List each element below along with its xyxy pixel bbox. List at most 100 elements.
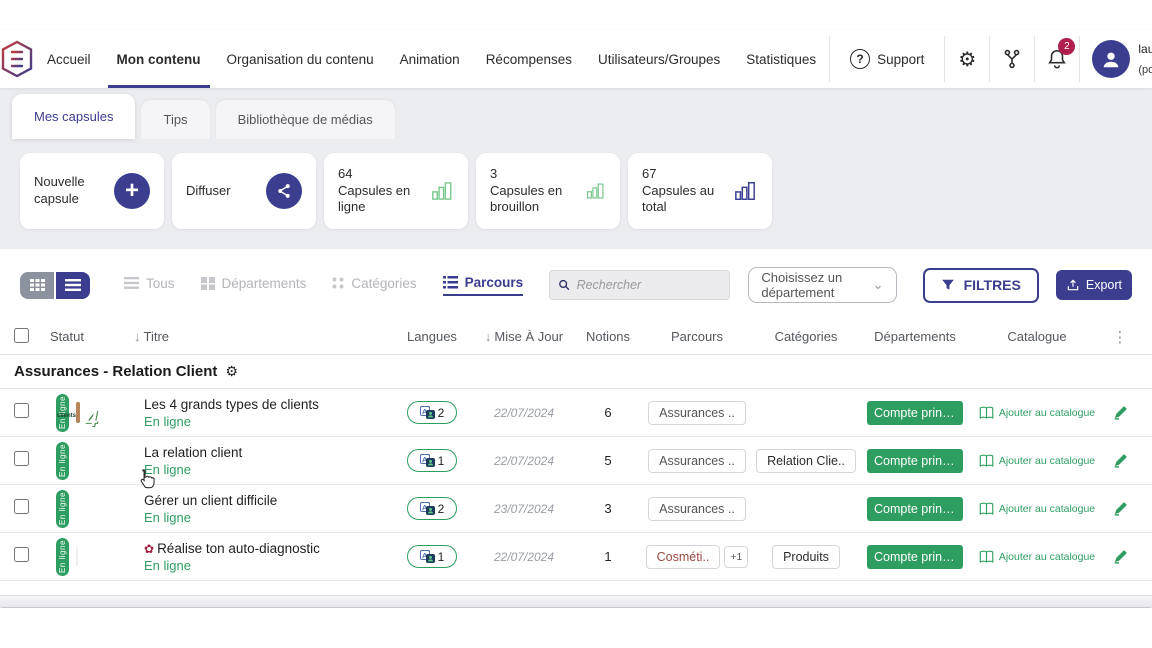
nav-item-animation[interactable]: Animation — [387, 30, 473, 88]
nav-item-mon-contenu[interactable]: Mon contenu — [104, 30, 214, 88]
main-nav: Accueil Mon contenu Organisation du cont… — [34, 30, 829, 88]
tab-bibliotheque[interactable]: Bibliothèque de médias — [216, 100, 395, 139]
capsule-state[interactable]: En ligne — [144, 510, 392, 525]
versions-button[interactable] — [990, 30, 1034, 88]
department-chip[interactable]: Compte principa — [867, 401, 963, 425]
languages-badge[interactable]: A 2 — [407, 497, 457, 520]
category-chip[interactable]: Produits — [772, 545, 840, 569]
filter-tous[interactable]: Tous — [124, 276, 175, 295]
department-select[interactable]: Choisissez un département ⌄ — [748, 267, 896, 303]
department-chip[interactable]: Compte principa — [867, 497, 963, 521]
nav-item-utilisateurs[interactable]: Utilisateurs/Groupes — [585, 30, 733, 88]
new-capsule-card[interactable]: Nouvelle capsule + — [20, 153, 164, 229]
languages-badge[interactable]: A 1 — [407, 449, 457, 472]
stat-card-draft[interactable]: 3 Capsules en brouillon — [476, 153, 620, 229]
export-button[interactable]: Export — [1056, 270, 1132, 300]
group-gear-icon[interactable]: ⚙ — [225, 363, 238, 380]
capsule-thumbnail[interactable] — [76, 547, 78, 566]
nav-item-recompenses[interactable]: Récompenses — [473, 30, 585, 88]
capsule-state[interactable]: En ligne — [144, 462, 392, 477]
row-checkbox[interactable] — [14, 547, 29, 562]
grid-view-button[interactable] — [20, 272, 54, 299]
beedeez-logo[interactable] — [0, 30, 34, 88]
col-langues: Langues — [392, 329, 472, 344]
settings-button[interactable]: ⚙ — [945, 30, 989, 88]
filter-label: Catégories — [351, 276, 416, 291]
updated-date: 22/07/2024 — [472, 406, 576, 420]
user-menu[interactable]: lauren.peres@beedeez.com (pour Beedeez i… — [1080, 30, 1152, 88]
table-row[interactable]: En ligne ✿Réalise ton auto-diagnostic En… — [0, 533, 1152, 581]
col-statut: Statut — [50, 329, 134, 344]
languages-badge[interactable]: A 1 — [407, 545, 457, 568]
nav-item-accueil[interactable]: Accueil — [34, 30, 104, 88]
capsule-title[interactable]: ✿Réalise ton auto-diagnostic — [144, 541, 392, 556]
row-checkbox[interactable] — [14, 499, 29, 514]
support-button[interactable]: ? Support — [830, 30, 944, 88]
plus-icon[interactable]: + — [114, 173, 150, 209]
row-checkbox[interactable] — [14, 403, 29, 418]
stat-card-total[interactable]: 67 Capsules au total — [628, 153, 772, 229]
capsule-state[interactable]: En ligne — [144, 414, 392, 429]
tab-mes-capsules[interactable]: Mes capsules — [12, 94, 135, 139]
add-to-catalogue-button[interactable]: Ajouter au catalogue — [972, 502, 1102, 516]
notions-count: 6 — [576, 405, 640, 420]
dots-grid-icon — [332, 277, 344, 290]
col-parcours: Parcours — [640, 329, 754, 344]
add-to-catalogue-button[interactable]: Ajouter au catalogue — [972, 550, 1102, 564]
col-titre[interactable]: ↓Titre — [134, 329, 392, 344]
share-icon[interactable] — [266, 173, 302, 209]
parcours-chip[interactable]: Assurances .. — [648, 401, 746, 425]
row-checkbox[interactable] — [14, 451, 29, 466]
table-row[interactable]: En ligne La relation client En ligne A 1… — [0, 437, 1152, 485]
notions-count: 1 — [576, 549, 640, 564]
filtres-button[interactable]: FILTRES — [923, 268, 1039, 303]
department-chip[interactable]: Compte principa — [867, 449, 963, 473]
notifications-button[interactable]: 2 — [1035, 30, 1079, 88]
catalogue-label: Ajouter au catalogue — [999, 503, 1095, 515]
col-label: Mise À Jour — [494, 329, 563, 344]
parcours-more-chip[interactable]: +1 — [724, 546, 748, 568]
edit-button[interactable] — [1102, 500, 1138, 517]
nav-item-organisation[interactable]: Organisation du contenu — [214, 30, 387, 88]
nav-label: Accueil — [47, 52, 91, 67]
parcours-chip[interactable]: Cosméti.. — [646, 545, 721, 569]
nav-item-statistiques[interactable]: Statistiques — [733, 30, 829, 88]
edit-button[interactable] — [1102, 452, 1138, 469]
capsule-thumbnail[interactable]: 4clients — [76, 402, 80, 423]
list-view-button[interactable] — [56, 272, 90, 299]
horizontal-scrollbar[interactable] — [0, 595, 1152, 608]
select-all-checkbox[interactable] — [14, 328, 29, 343]
filter-departements[interactable]: Départements — [201, 276, 307, 295]
parcours-chip[interactable]: Assurances .. — [648, 497, 746, 521]
kebab-menu-icon[interactable]: ⋮ — [1102, 328, 1138, 346]
languages-count: 2 — [438, 406, 445, 420]
stat-card-online[interactable]: 64 Capsules en ligne — [324, 153, 468, 229]
department-chip[interactable]: Compte principa — [867, 545, 963, 569]
department-select-value: Choisissez un département — [761, 270, 872, 300]
capsule-state[interactable]: En ligne — [144, 558, 392, 573]
status-badge: En ligne — [56, 442, 69, 480]
edit-button[interactable] — [1102, 404, 1138, 421]
add-to-catalogue-button[interactable]: Ajouter au catalogue — [972, 406, 1102, 420]
search-input[interactable] — [577, 278, 722, 292]
add-to-catalogue-button[interactable]: Ajouter au catalogue — [972, 454, 1102, 468]
col-departements: Départements — [858, 329, 972, 344]
table-row[interactable]: En ligne 4clients Les 4 grands types de … — [0, 389, 1152, 437]
capsule-title[interactable]: Gérer un client difficile — [144, 493, 392, 508]
filter-categories[interactable]: Catégories — [332, 276, 416, 295]
status-badge: En ligne — [56, 538, 69, 576]
filter-parcours[interactable]: Parcours — [443, 275, 524, 296]
languages-badge[interactable]: A 2 — [407, 401, 457, 424]
tab-tips[interactable]: Tips — [141, 100, 209, 139]
filter-tabs: Tous Départements Catégories — [124, 275, 523, 296]
col-mise-a-jour[interactable]: ↓Mise À Jour — [472, 329, 576, 344]
col-notions: Notions — [576, 329, 640, 344]
category-chip[interactable]: Relation Clie.. — [756, 449, 856, 473]
edit-button[interactable] — [1102, 548, 1138, 565]
title-cell: Les 4 grands types de clients En ligne — [134, 397, 392, 429]
diffuser-card[interactable]: Diffuser — [172, 153, 316, 229]
table-row[interactable]: En ligne Gérer un client difficile En li… — [0, 485, 1152, 533]
parcours-chip[interactable]: Assurances .. — [648, 449, 746, 473]
capsule-title[interactable]: La relation client — [144, 445, 392, 460]
capsule-title[interactable]: Les 4 grands types de clients — [144, 397, 392, 412]
